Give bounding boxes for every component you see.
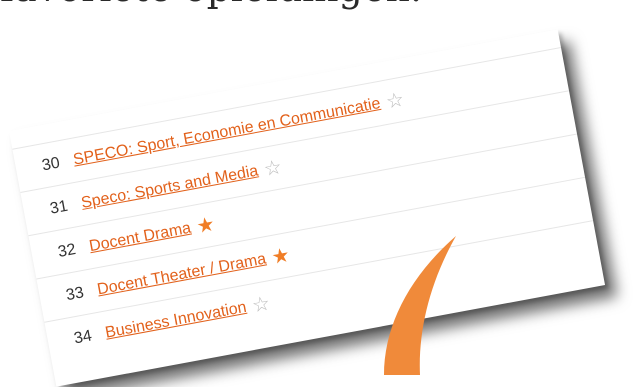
item-number: 32: [56, 240, 78, 261]
item-number: 34: [72, 327, 94, 348]
item-number: 30: [40, 154, 62, 175]
filled-star-icon[interactable]: ★: [270, 244, 292, 269]
program-list: 30 SPECO: Sport, Economie en Communicati…: [9, 29, 605, 386]
item-number: 31: [48, 197, 70, 218]
outline-star-icon[interactable]: ☆: [262, 156, 284, 181]
filled-star-icon[interactable]: ★: [195, 213, 217, 238]
outline-star-icon[interactable]: ☆: [250, 293, 272, 318]
background-heading: favoriete opleidingen.: [0, 0, 422, 10]
item-number: 33: [64, 284, 86, 305]
outline-star-icon[interactable]: ☆: [384, 89, 406, 114]
favorites-list-snippet: 30 SPECO: Sport, Economie en Communicati…: [8, 29, 606, 387]
program-link[interactable]: Docent Drama: [88, 220, 193, 256]
